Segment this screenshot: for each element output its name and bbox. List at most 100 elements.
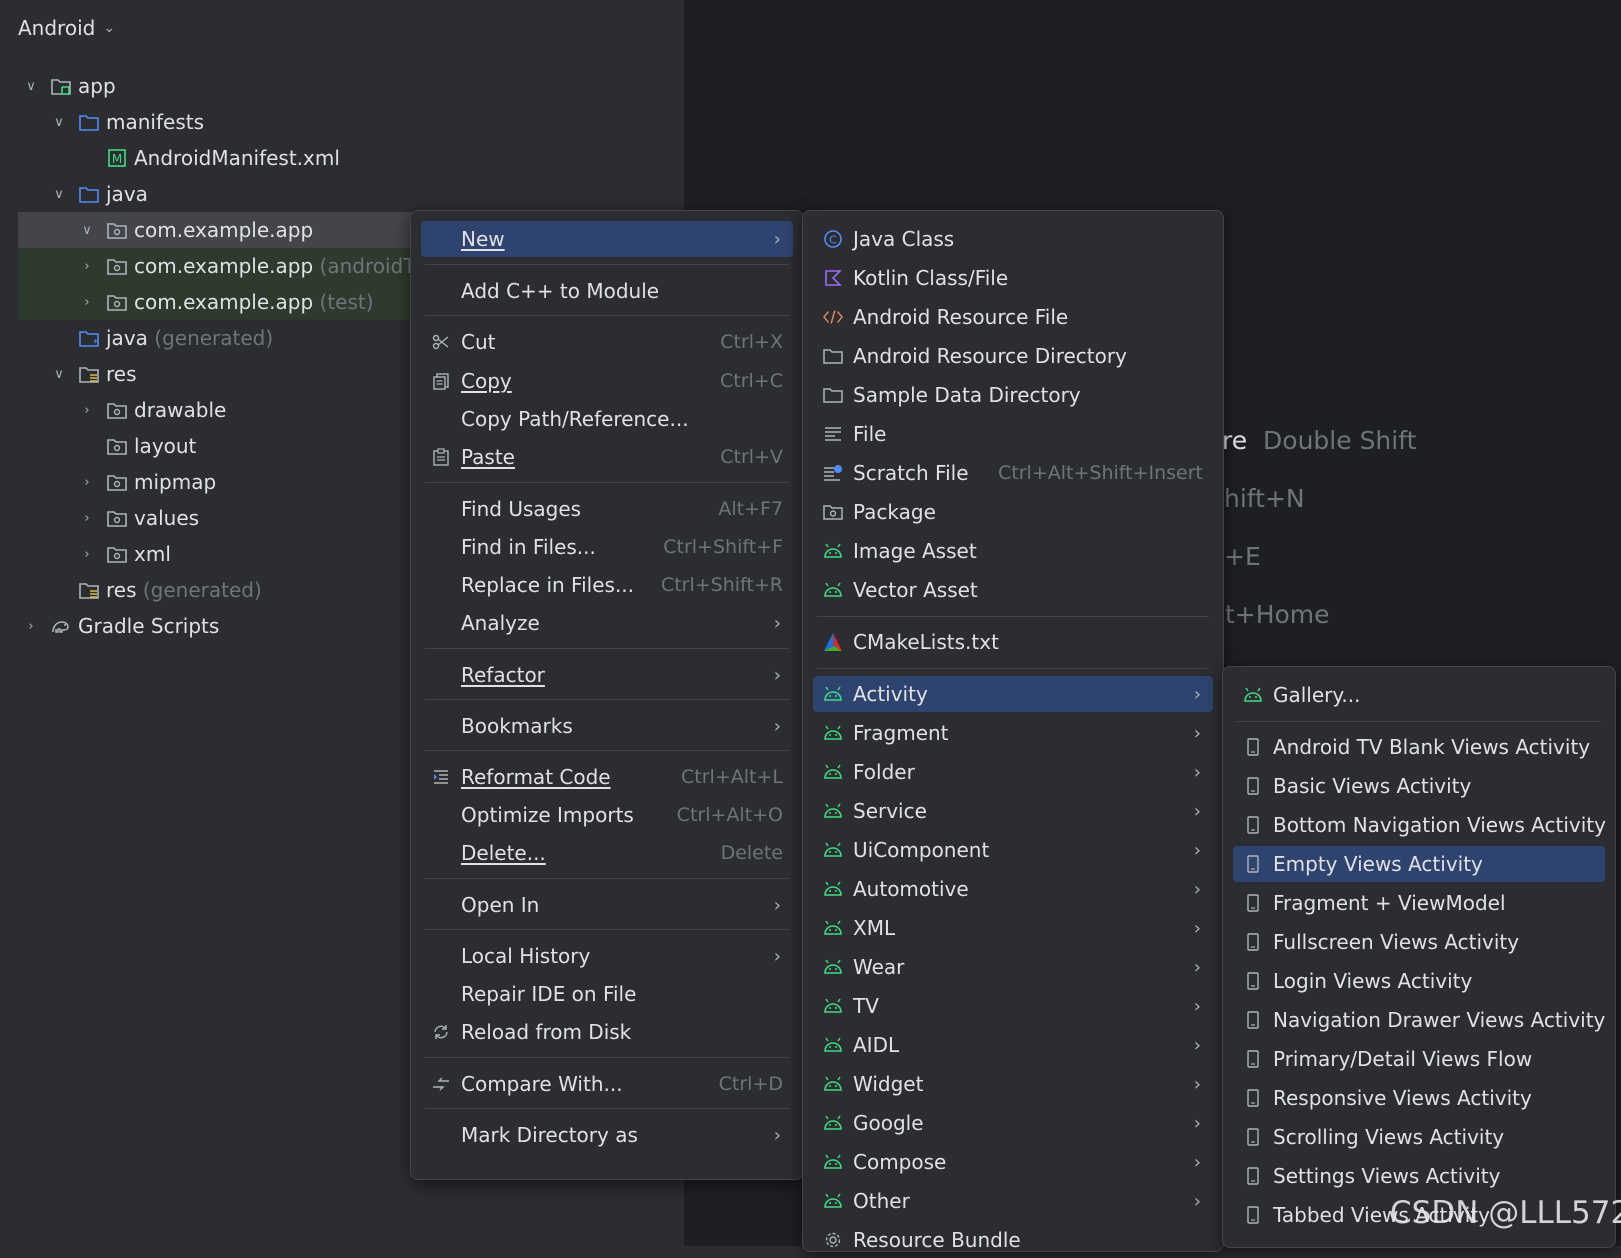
menu-item-primary-detail-views-flow[interactable]: Primary/Detail Views Flow — [1233, 1041, 1605, 1077]
menu-item-empty-views-activity[interactable]: Empty Views Activity — [1233, 846, 1605, 882]
menu-item-scratch-file[interactable]: Scratch File Ctrl+Alt+Shift+Insert — [813, 455, 1213, 491]
chevron-right-icon: › — [773, 715, 781, 737]
menu-item-activity[interactable]: Activity › — [813, 676, 1213, 712]
tree-item-label: com.example.app (test) — [134, 290, 374, 314]
chevron-down-icon[interactable]: ∨ — [52, 367, 66, 382]
menu-item-cmakelists[interactable]: CMakeLists.txt — [813, 624, 1213, 660]
package-icon — [107, 223, 127, 239]
menu-item-responsive-views-activity[interactable]: Responsive Views Activity — [1233, 1080, 1605, 1116]
menu-item-find-usages[interactable]: Find Usages Alt+F7 — [421, 491, 793, 527]
menu-item-bottom-navigation-views-activity[interactable]: Bottom Navigation Views Activity — [1233, 807, 1606, 843]
chevron-down-icon[interactable]: ∨ — [24, 79, 38, 94]
menu-item-replace-in-files[interactable]: Replace in Files... Ctrl+Shift+R — [421, 567, 793, 603]
android-icon — [823, 684, 843, 704]
tree-item-android-manifest[interactable]: M AndroidManifest.xml — [0, 140, 684, 176]
tree-item-label: values — [134, 506, 200, 530]
template-icon — [1243, 737, 1263, 757]
menu-item-optimize-imports[interactable]: Optimize Imports Ctrl+Alt+O — [421, 797, 793, 833]
context-menu: New › Add C++ to Module Cut Ctrl+X Copy Ctr… — [410, 210, 804, 1180]
chevron-right-icon: › — [1193, 839, 1201, 861]
chevron-right-icon[interactable]: › — [24, 619, 38, 634]
menu-item-bookmarks[interactable]: Bookmarks › — [421, 708, 793, 744]
menu-item-android-resource-file[interactable]: Android Resource File — [813, 299, 1213, 335]
menu-item-folder[interactable]: Folder › — [813, 754, 1213, 790]
menu-item-xml[interactable]: XML › — [813, 910, 1213, 946]
menu-item-add-cpp[interactable]: Add C++ to Module — [421, 273, 793, 309]
menu-item-google[interactable]: Google › — [813, 1105, 1213, 1141]
menu-item-resource-bundle[interactable]: Resource Bundle — [813, 1222, 1213, 1258]
tree-item-label: drawable — [134, 398, 227, 422]
menu-item-scrolling-views-activity[interactable]: Scrolling Views Activity — [1233, 1119, 1605, 1155]
menu-item-new[interactable]: New › — [421, 221, 793, 257]
menu-item-tv[interactable]: TV › — [813, 988, 1213, 1024]
tree-item-java[interactable]: ∨ java — [0, 176, 684, 212]
menu-item-open-in[interactable]: Open In › — [421, 887, 793, 923]
menu-item-wear[interactable]: Wear › — [813, 949, 1213, 985]
menu-item-android-resource-directory[interactable]: Android Resource Directory — [813, 338, 1213, 374]
menu-item-reformat-code[interactable]: Reformat Code Ctrl+Alt+L — [421, 759, 793, 795]
menu-item-delete[interactable]: Delete... Delete — [421, 835, 793, 871]
java-class-icon: C — [823, 229, 843, 249]
tree-item-app[interactable]: ∨ app — [0, 68, 684, 104]
folder-icon — [79, 115, 99, 131]
menu-item-widget[interactable]: Widget › — [813, 1066, 1213, 1102]
menu-item-image-asset[interactable]: Image Asset — [813, 533, 1213, 569]
chevron-right-icon[interactable]: › — [80, 475, 94, 490]
menu-item-package[interactable]: Package — [813, 494, 1213, 530]
package-icon — [107, 511, 127, 527]
editor-hint-search: re Double Shift — [1222, 426, 1417, 455]
menu-item-paste[interactable]: Paste Ctrl+V — [421, 439, 793, 475]
tree-item-label: mipmap — [134, 470, 217, 494]
android-icon — [823, 723, 843, 743]
menu-item-fragment-viewmodel[interactable]: Fragment + ViewModel — [1233, 885, 1605, 921]
menu-item-kotlin-class[interactable]: Kotlin Class/File — [813, 260, 1213, 296]
menu-item-cut[interactable]: Cut Ctrl+X — [421, 324, 793, 360]
menu-item-vector-asset[interactable]: Vector Asset — [813, 572, 1213, 608]
menu-item-compose[interactable]: Compose › — [813, 1144, 1213, 1180]
chevron-right-icon[interactable]: › — [80, 511, 94, 526]
menu-item-sample-data-directory[interactable]: Sample Data Directory — [813, 377, 1213, 413]
menu-item-fullscreen-views-activity[interactable]: Fullscreen Views Activity — [1233, 924, 1605, 960]
menu-item-login-views-activity[interactable]: Login Views Activity — [1233, 963, 1605, 999]
menu-item-find-in-files[interactable]: Find in Files... Ctrl+Shift+F — [421, 529, 793, 565]
chevron-down-icon: ⌄ — [103, 20, 116, 36]
menu-item-settings-views-activity[interactable]: Settings Views Activity — [1233, 1158, 1605, 1194]
menu-item-other[interactable]: Other › — [813, 1183, 1213, 1219]
resource-folder-icon — [79, 367, 99, 383]
chevron-down-icon[interactable]: ∨ — [80, 223, 94, 238]
menu-item-gallery[interactable]: Gallery... — [1233, 677, 1605, 713]
compare-icon — [431, 1074, 451, 1094]
chevron-right-icon[interactable]: › — [80, 547, 94, 562]
menu-item-automotive[interactable]: Automotive › — [813, 871, 1213, 907]
android-icon — [823, 840, 843, 860]
copy-icon — [431, 371, 451, 391]
menu-item-file[interactable]: File — [813, 416, 1213, 452]
menu-item-repair-ide[interactable]: Repair IDE on File — [421, 976, 793, 1012]
package-icon — [107, 439, 127, 455]
menu-item-basic-views-activity[interactable]: Basic Views Activity — [1233, 768, 1605, 804]
chevron-down-icon[interactable]: ∨ — [52, 187, 66, 202]
menu-item-navigation-drawer-views-activity[interactable]: Navigation Drawer Views Activity — [1233, 1002, 1605, 1038]
chevron-down-icon[interactable]: ∨ — [52, 115, 66, 130]
menu-item-android-tv-blank-views-activity[interactable]: Android TV Blank Views Activity — [1233, 729, 1605, 765]
menu-item-copy-path[interactable]: Copy Path/Reference... — [421, 401, 793, 437]
menu-item-fragment[interactable]: Fragment › — [813, 715, 1213, 751]
menu-item-refactor[interactable]: Refactor › — [421, 657, 793, 693]
menu-item-service[interactable]: Service › — [813, 793, 1213, 829]
menu-item-compare-with[interactable]: Compare With... Ctrl+D — [421, 1066, 793, 1102]
menu-item-uicomponent[interactable]: UiComponent › — [813, 832, 1213, 868]
menu-item-aidl[interactable]: AIDL › — [813, 1027, 1213, 1063]
chevron-right-icon[interactable]: › — [80, 295, 94, 310]
tree-item-manifests[interactable]: ∨ manifests — [0, 104, 684, 140]
menu-item-java-class[interactable]: C Java Class — [813, 221, 1213, 257]
chevron-right-icon: › — [773, 945, 781, 967]
menu-item-mark-directory-as[interactable]: Mark Directory as › — [421, 1117, 793, 1153]
menu-item-analyze[interactable]: Analyze › — [421, 605, 793, 641]
menu-item-reload-from-disk[interactable]: Reload from Disk — [421, 1014, 793, 1050]
menu-item-copy[interactable]: Copy Ctrl+C — [421, 363, 793, 399]
menu-item-local-history[interactable]: Local History › — [421, 938, 793, 974]
project-view-selector[interactable]: Android ⌄ — [18, 16, 115, 40]
chevron-right-icon[interactable]: › — [80, 403, 94, 418]
tree-item-label: AndroidManifest.xml — [134, 146, 340, 170]
chevron-right-icon[interactable]: › — [80, 259, 94, 274]
